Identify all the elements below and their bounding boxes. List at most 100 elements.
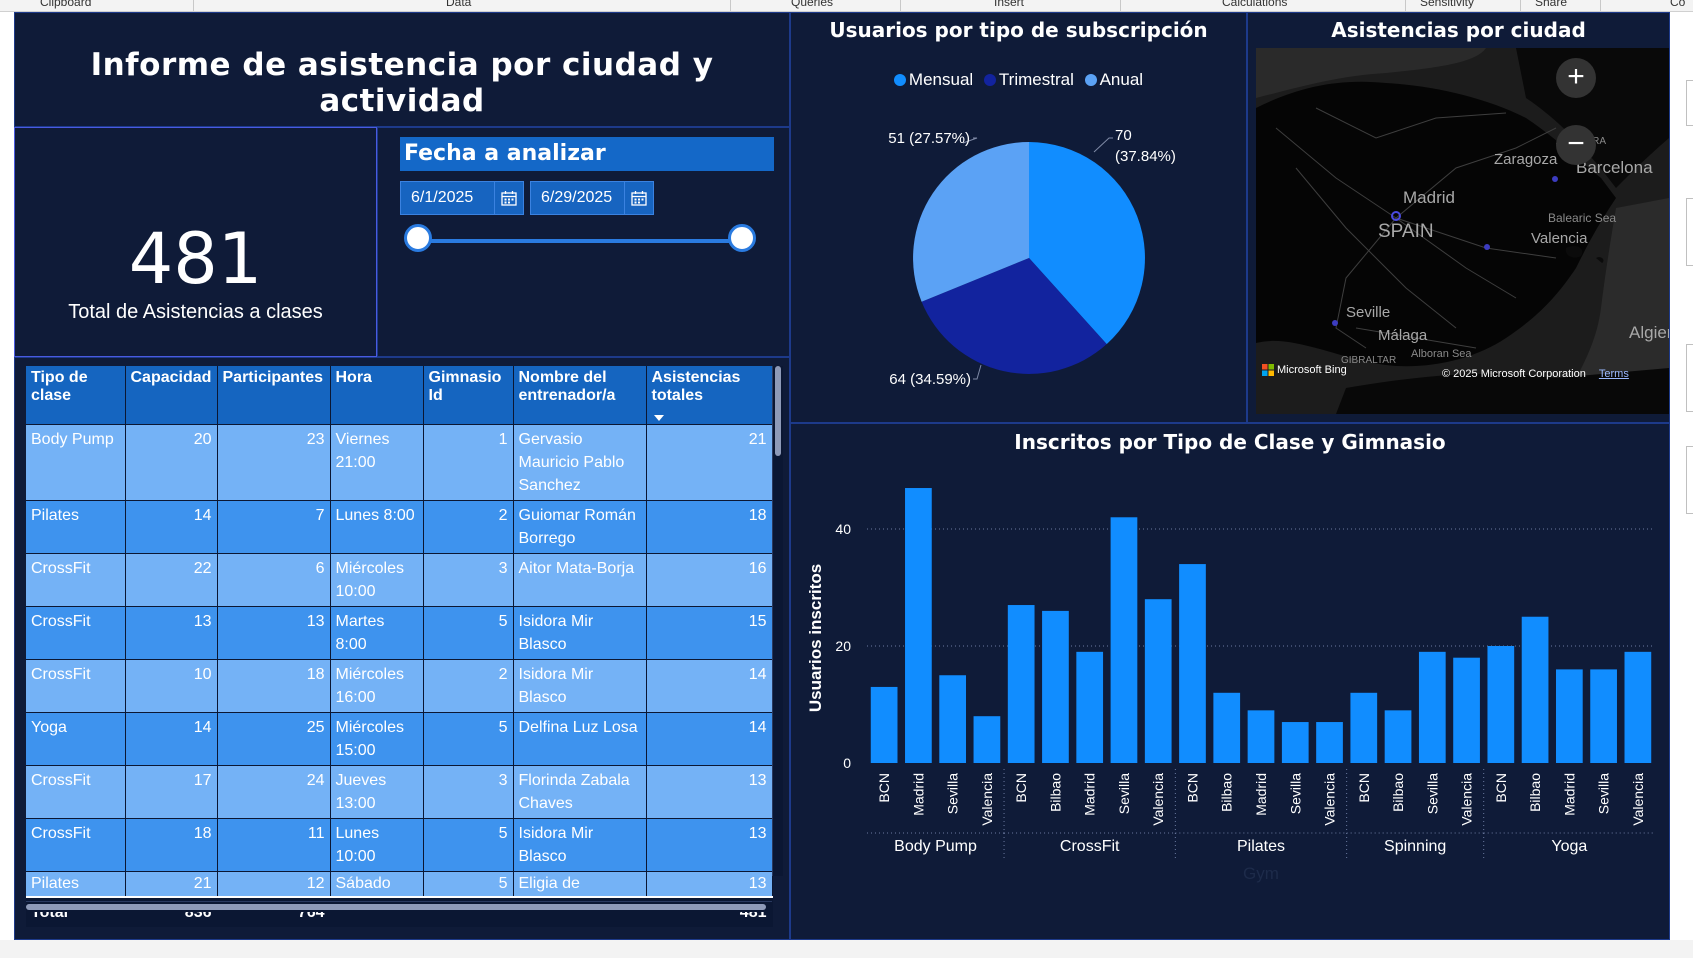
bar[interactable] <box>1110 517 1138 763</box>
start-date-input[interactable]: 6/1/2025 <box>400 181 524 215</box>
bar[interactable] <box>1007 605 1035 763</box>
table-row[interactable]: Yoga 14 25 Miércoles 15:00 5 Delfina Luz… <box>26 712 773 766</box>
cell-gimnasio: 5 <box>423 818 514 872</box>
date-range-track[interactable] <box>418 239 742 243</box>
kpi-card[interactable]: 481 Total de Asistencias a clases <box>14 127 377 357</box>
col-header-asistencias[interactable]: Asistencias totales <box>646 366 773 425</box>
x-tick-label: Bilbao <box>1390 773 1406 812</box>
bar[interactable] <box>1521 616 1549 763</box>
ribbon-co[interactable]: Co <box>1670 0 1685 9</box>
bar[interactable] <box>1418 651 1446 763</box>
bar[interactable] <box>1350 692 1378 763</box>
table-row[interactable]: CrossFit 22 6 Miércoles 10:00 3 Aitor Ma… <box>26 553 773 607</box>
x-tick-label: Bilbao <box>1527 773 1543 812</box>
terms-link[interactable]: Terms <box>1599 368 1629 380</box>
calendar-icon[interactable] <box>624 182 653 214</box>
bar[interactable] <box>905 488 932 763</box>
legend-item-anual[interactable]: Anual <box>1084 70 1143 90</box>
bar[interactable] <box>1247 710 1275 763</box>
bar[interactable] <box>1213 692 1241 763</box>
bar[interactable] <box>1624 651 1652 763</box>
zoom-in-button[interactable]: + <box>1556 58 1596 98</box>
map-label-malaga: Málaga <box>1378 327 1428 344</box>
bar[interactable] <box>1384 710 1412 763</box>
table-row[interactable]: CrossFit 13 13 Martes 8:00 5 Isidora Mir… <box>26 606 773 660</box>
table-row[interactable]: CrossFit 18 11 Lunes 10:00 5 Isidora Mir… <box>26 818 773 872</box>
cell-participantes: 12 <box>217 871 331 897</box>
pane-field[interactable] <box>1686 80 1693 126</box>
table-row[interactable]: Pilates 21 12 Sábado 5 Eligia de 13 <box>26 871 773 897</box>
col-header-asistencias-label: Asistencias totales <box>651 369 741 404</box>
table-vertical-scrollbar[interactable] <box>772 366 783 876</box>
end-date-input[interactable]: 6/29/2025 <box>530 181 654 215</box>
map-point-barcelona[interactable] <box>1552 176 1558 182</box>
table-row[interactable]: CrossFit 17 24 Jueves 13:00 3 Florinda Z… <box>26 765 773 819</box>
bar[interactable] <box>870 686 898 763</box>
slider-end-handle[interactable] <box>728 224 756 252</box>
bar[interactable] <box>1281 722 1309 763</box>
legend-item-mensual[interactable]: Mensual <box>893 70 974 90</box>
cell-tipo: CrossFit <box>26 553 126 607</box>
bar[interactable] <box>1179 564 1206 763</box>
ribbon-clipboard[interactable]: Clipboard <box>40 0 91 9</box>
calendar-icon[interactable] <box>494 182 523 214</box>
ribbon-calculations[interactable]: Calculations <box>1222 0 1287 9</box>
legend-label: Mensual <box>908 70 974 89</box>
ribbon-sensitivity[interactable]: Sensitivity <box>1420 0 1474 9</box>
ribbon-data[interactable]: Data <box>446 0 471 9</box>
x-tick-label: Sevilla <box>945 773 961 814</box>
bar[interactable] <box>1316 722 1343 763</box>
bar[interactable] <box>1487 645 1515 763</box>
cell-participantes: 7 <box>217 500 331 554</box>
ribbon-queries[interactable]: Queries <box>791 0 833 9</box>
col-header-hora[interactable]: Hora <box>330 366 424 425</box>
bar[interactable] <box>1590 669 1617 763</box>
pane-field[interactable] <box>1686 198 1693 266</box>
bar[interactable] <box>1555 669 1583 763</box>
cell-asistencias: 16 <box>646 553 773 607</box>
zoom-out-button[interactable]: − <box>1556 125 1596 165</box>
x-tick-label: Madrid <box>1561 773 1577 816</box>
legend-item-trimestral[interactable]: Trimestral <box>983 70 1074 90</box>
col-header-entrenador[interactable]: Nombre del entrenador/a <box>513 366 647 425</box>
x-tick-label: Madrid <box>1253 773 1269 816</box>
bar[interactable] <box>973 716 1001 763</box>
cell-entrenador: Florinda Zabala Chaves <box>513 765 647 819</box>
ribbon-insert[interactable]: Insert <box>994 0 1024 9</box>
map-point-valencia[interactable] <box>1484 244 1490 250</box>
table-row[interactable]: CrossFit 10 18 Miércoles 16:00 2 Isidora… <box>26 659 773 713</box>
ribbon-share[interactable]: Share <box>1535 0 1567 9</box>
cell-hora: Lunes 10:00 <box>330 818 424 872</box>
x-tick-label: Valencia <box>1322 773 1338 826</box>
table-row[interactable]: Pilates 14 7 Lunes 8:00 2 Guiomar Román … <box>26 500 773 554</box>
scroll-thumb[interactable] <box>26 904 766 910</box>
bar[interactable] <box>1042 610 1069 763</box>
bar[interactable] <box>1076 651 1104 763</box>
cell-gimnasio: 3 <box>423 553 514 607</box>
pane-field[interactable] <box>1686 344 1693 412</box>
map-label-madrid: Madrid <box>1403 188 1455 207</box>
x-tick-label: Valencia <box>1459 773 1475 826</box>
map-view[interactable]: Madrid SPAIN Zaragoza Barcelona ANDORRA … <box>1256 48 1669 414</box>
map-label-alboran-sea: Alboran Sea <box>1411 348 1472 360</box>
table-horizontal-scrollbar[interactable] <box>26 901 772 912</box>
table-row[interactable]: Body Pump 20 23 Viernes 21:00 1 Gervasio… <box>26 424 773 501</box>
bar[interactable] <box>1144 599 1172 763</box>
scroll-thumb[interactable] <box>775 366 781 456</box>
map-point-madrid[interactable] <box>1391 211 1401 221</box>
slider-start-handle[interactable] <box>404 224 432 252</box>
bar-chart-title: Inscritos por Tipo de Clase y Gimnasio <box>1014 430 1446 454</box>
col-header-tipo[interactable]: Tipo de clase <box>26 366 126 425</box>
cell-asistencias: 15 <box>646 606 773 660</box>
pane-field[interactable] <box>1686 446 1693 514</box>
col-header-participantes[interactable]: Participantes <box>217 366 331 425</box>
col-header-gimnasio[interactable]: Gimnasio Id <box>423 366 514 425</box>
data-label-trimestral: 64 (34.59%) <box>889 371 971 388</box>
x-tick-label: BCN <box>876 773 892 803</box>
map-point-sevilla[interactable] <box>1332 320 1338 326</box>
bar[interactable] <box>1453 657 1480 763</box>
bar[interactable] <box>939 675 967 763</box>
col-header-capacidad[interactable]: Capacidad <box>125 366 218 425</box>
cell-tipo: Pilates <box>26 871 126 897</box>
cell-hora: Lunes 8:00 <box>330 500 424 554</box>
